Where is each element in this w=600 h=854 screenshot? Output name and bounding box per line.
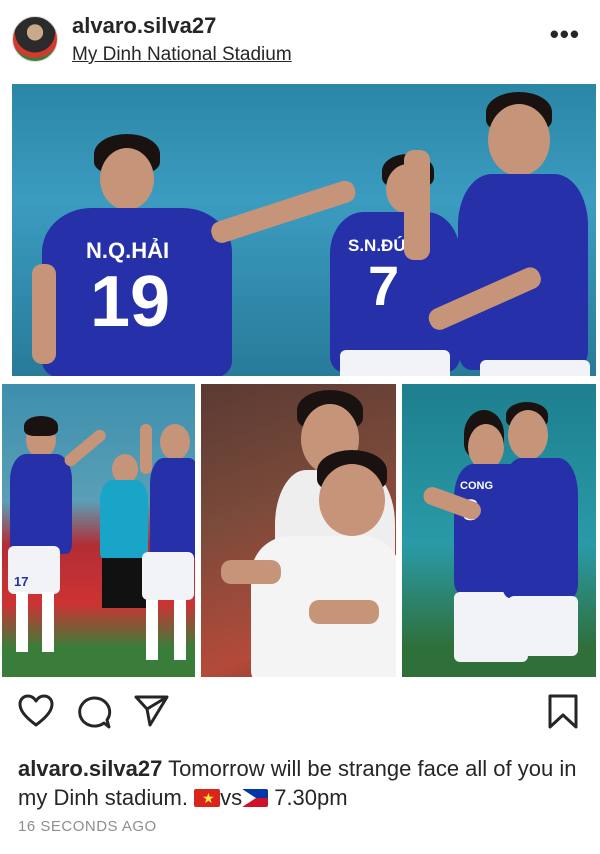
comment-icon[interactable]: [76, 694, 112, 730]
avatar[interactable]: [12, 16, 58, 62]
shorts-number: 17: [14, 574, 29, 589]
jersey-number: 19: [90, 262, 171, 342]
post-timestamp: 16 SECONDS AGO: [18, 818, 157, 835]
caption-vs: vs: [220, 785, 243, 810]
philippines-flag-icon: [242, 789, 269, 807]
collage-photo-bottom-left: 17: [2, 384, 195, 677]
vietnam-flag-icon: ★: [194, 789, 221, 807]
collage-photo-bottom-right: CONG 8: [402, 384, 596, 677]
post-actions-bar: [0, 694, 600, 744]
jersey-name: N.Q.HẢI: [86, 238, 170, 263]
post-caption: alvaro.silva27 Tomorrow will be strange …: [18, 754, 588, 812]
caption-username[interactable]: alvaro.silva27: [18, 756, 162, 781]
jersey-number: 7: [368, 254, 400, 317]
bookmark-icon[interactable]: [548, 694, 578, 730]
post-location[interactable]: My Dinh National Stadium: [72, 44, 292, 66]
jersey-name: CONG: [460, 480, 493, 492]
heart-icon[interactable]: [18, 694, 54, 728]
more-dots-icon[interactable]: •••: [550, 21, 580, 47]
post-header: alvaro.silva27 My Dinh National Stadium …: [0, 0, 600, 78]
post-photo-collage[interactable]: N.Q.HẢI 19 S.N.ĐỨC 7 17 CONG: [0, 78, 600, 686]
send-icon[interactable]: [134, 694, 170, 728]
caption-time: 7.30pm: [274, 785, 348, 810]
collage-photo-top: N.Q.HẢI 19 S.N.ĐỨC 7: [12, 84, 596, 376]
post-username[interactable]: alvaro.silva27: [72, 13, 216, 39]
collage-photo-bottom-middle: [201, 384, 396, 677]
